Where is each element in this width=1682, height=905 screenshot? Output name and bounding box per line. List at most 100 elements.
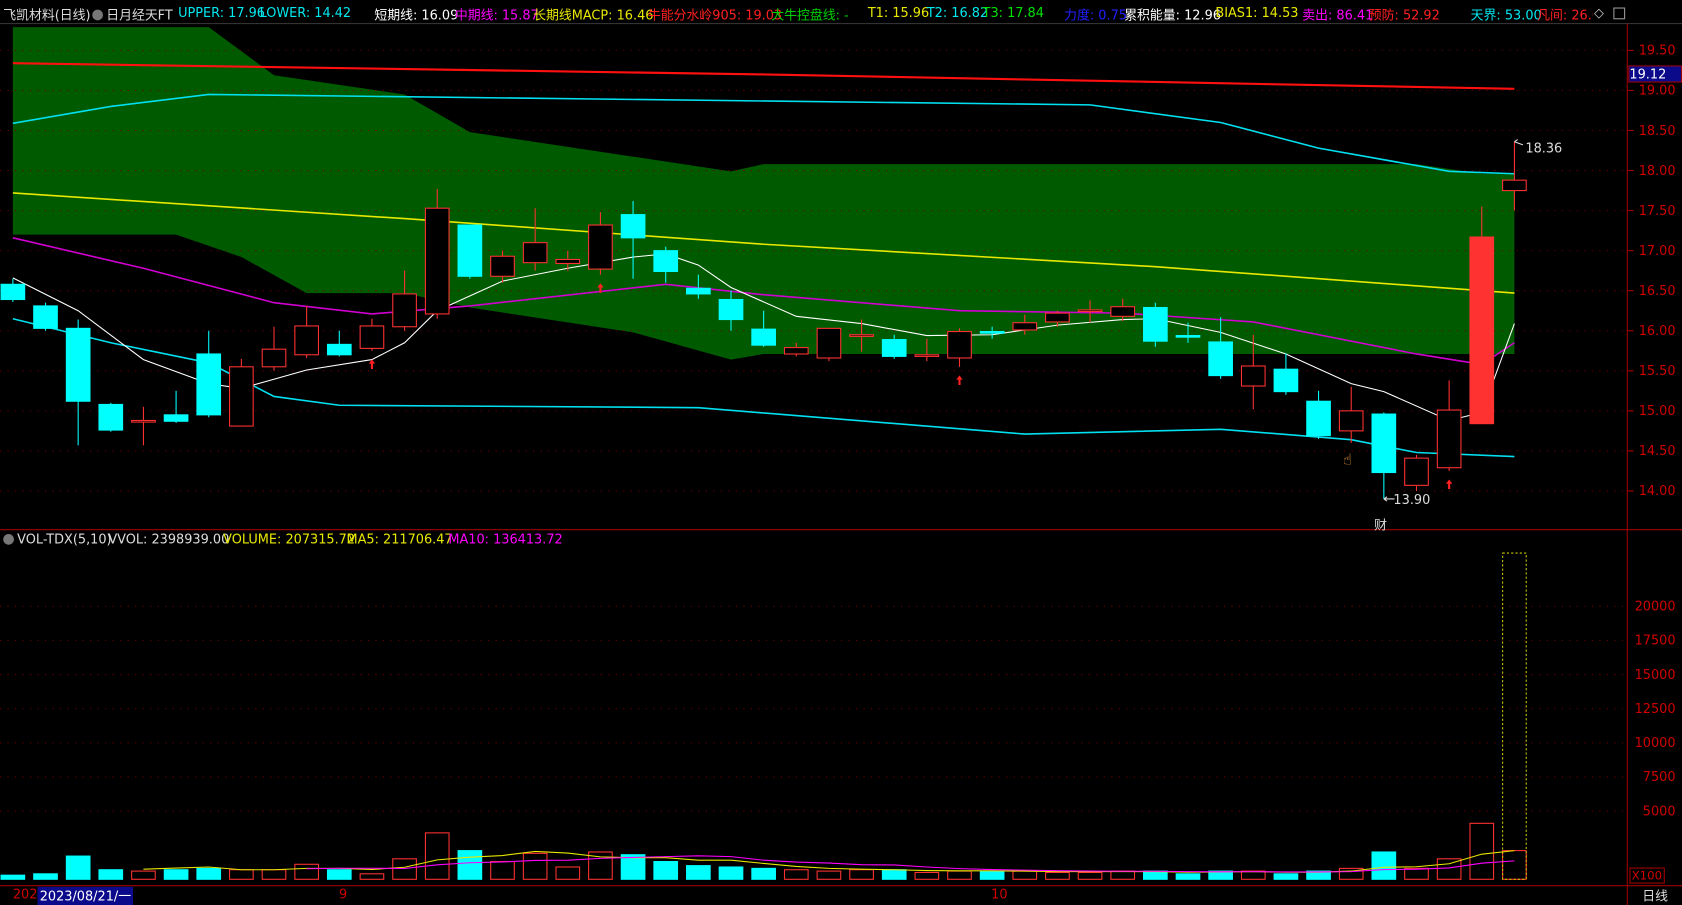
low-label: 13.90 (1393, 492, 1431, 508)
candle-up (1436, 409, 1462, 469)
candle-up (1469, 236, 1495, 425)
price-tick-label: 18.00 (1639, 164, 1676, 179)
volume-unit: X100 (1629, 867, 1665, 884)
volume-bar (261, 869, 287, 880)
candle-down (718, 298, 744, 321)
volume-bar (522, 852, 548, 880)
volume-bar (326, 869, 352, 880)
volume-bar (979, 870, 1005, 880)
candle-up (555, 258, 581, 265)
volume-bar (1012, 870, 1038, 880)
candle-down (163, 414, 189, 422)
volume-bar (1469, 822, 1495, 880)
candle-down (620, 214, 646, 239)
candle-up (229, 366, 254, 427)
candle-down (1273, 368, 1299, 393)
candle-down (33, 305, 58, 329)
volume-bar (33, 873, 58, 880)
selected-date: 2023/08/21/一 (37, 886, 134, 905)
volume-bar (163, 869, 189, 880)
stock-chart-window: 飞凯材料(日线) 日月经天FT UPPER: 17.96 LOWER: 14.4… (0, 0, 1682, 905)
volume-bar (424, 832, 450, 880)
volume-bar (783, 869, 809, 880)
volume-tick-label: 12500 (1635, 702, 1676, 717)
candle-down (65, 327, 91, 402)
candle-up (261, 348, 287, 368)
price-tick-label: 16.50 (1639, 284, 1676, 299)
hand-cursor-icon: ☝ (1343, 451, 1353, 469)
candle-down (881, 339, 907, 357)
month-9-label: 9 (338, 886, 348, 902)
candle-down (1371, 413, 1397, 474)
price-tick-label: 15.00 (1639, 404, 1676, 419)
volume-bar (0, 874, 26, 880)
candle-up (1045, 312, 1070, 323)
candle-up (1404, 457, 1429, 486)
candle-down (326, 343, 352, 356)
volume-bar (1404, 867, 1429, 880)
volume-bar (294, 863, 319, 880)
candle-up (1077, 309, 1103, 313)
buy-arrow-icon (368, 359, 376, 370)
volume-bar (1045, 871, 1070, 880)
candle-down (196, 353, 222, 416)
candle-up (392, 293, 417, 328)
volume-bar (881, 869, 907, 880)
candle-down (979, 331, 1005, 334)
candle-up (588, 224, 613, 270)
volume-bar (914, 871, 940, 880)
candle-up (914, 354, 940, 357)
candle-down (1143, 306, 1168, 342)
candle-up (1110, 306, 1136, 317)
volume-bar (1273, 873, 1299, 880)
volume-bar (392, 858, 417, 880)
candle-up (490, 255, 515, 277)
volume-ma5-line (143, 850, 1515, 873)
price-tick-label: 14.50 (1639, 444, 1676, 459)
volume-bar (1371, 851, 1397, 880)
volume-tick-label: 7500 (1643, 770, 1676, 785)
volume-tick-label: 10000 (1635, 736, 1676, 751)
high-pointer (1514, 139, 1524, 146)
volume-bar (1143, 870, 1168, 880)
candle-down (1306, 400, 1331, 437)
candle-down (751, 328, 776, 346)
price-tick-label: 19.50 (1639, 44, 1676, 59)
candle-up (1012, 322, 1038, 331)
volume-bar (490, 861, 515, 880)
candle-up (1240, 365, 1266, 387)
candle-down (1208, 341, 1233, 377)
price-tick-label: 14.00 (1639, 484, 1676, 499)
volume-tick-label: 20000 (1635, 600, 1676, 615)
candle-up (816, 327, 842, 359)
candle-up (131, 419, 156, 423)
volume-tick-label: 17500 (1635, 634, 1676, 649)
volume-bar (653, 861, 679, 880)
kline-chart[interactable]: 19.50 19.00 18.50 18.00 17.50 17.00 16.50 16.00… (0, 0, 1682, 905)
candle-up (947, 331, 972, 359)
price-tick-label: 17.50 (1639, 204, 1676, 219)
candle-down (686, 287, 711, 295)
candle-up (424, 207, 450, 315)
financial-report-marker[interactable]: 财 (1374, 516, 1387, 534)
volume-bar (751, 867, 776, 880)
volume-bar (98, 869, 124, 880)
price-tick-label: 17.00 (1639, 244, 1676, 259)
volume-bar (718, 866, 744, 880)
period-label[interactable]: 日线 (1642, 887, 1668, 905)
volume-bar (457, 850, 483, 880)
volume-bar (131, 870, 156, 880)
volume-bar (229, 869, 254, 880)
volume-bar (65, 855, 91, 880)
date-axis-left: 202 (12, 886, 38, 902)
volume-bar (947, 870, 972, 880)
volume-bar (196, 867, 222, 880)
candle-up (522, 242, 548, 264)
high-label: 18.36 (1525, 140, 1563, 156)
volume-bar (1436, 858, 1462, 880)
price-tick-label: 16.00 (1639, 324, 1676, 339)
candle-down (653, 250, 679, 273)
price-tick-label: 19.00 (1639, 84, 1676, 99)
projected-volume-bar (1502, 552, 1527, 880)
volume-tick-label: 5000 (1643, 804, 1676, 819)
